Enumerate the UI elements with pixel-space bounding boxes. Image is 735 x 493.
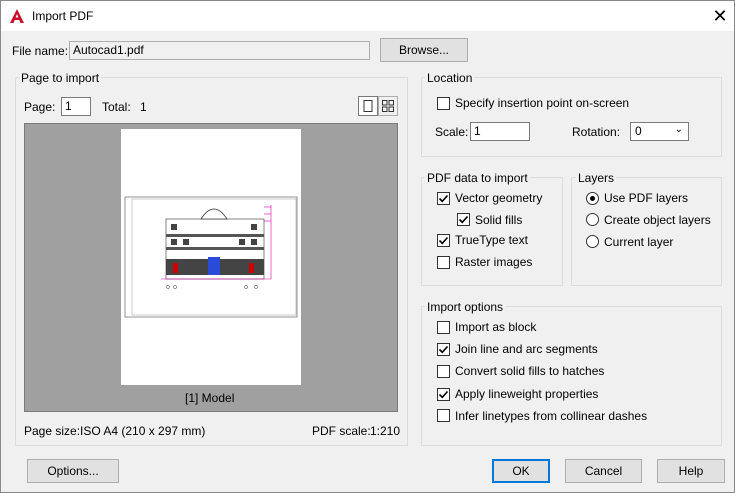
rotation-label: Rotation: bbox=[572, 125, 621, 139]
pdf-scale-value: 1:210 bbox=[370, 424, 401, 438]
page-size-label: Page size: bbox=[24, 424, 81, 438]
title-bar: Import PDF ✕ bbox=[1, 1, 734, 31]
raster-images-label: Raster images bbox=[455, 255, 533, 269]
location-heading: Location bbox=[425, 71, 475, 85]
total-value: 1 bbox=[140, 100, 147, 114]
import-options-heading: Import options bbox=[425, 300, 506, 314]
total-label: Total: bbox=[102, 100, 131, 114]
checkmark-icon bbox=[438, 194, 449, 203]
thumbnail-view-button[interactable] bbox=[378, 96, 398, 116]
ok-button[interactable]: OK bbox=[492, 459, 550, 483]
location-group bbox=[421, 77, 722, 157]
page-label: Page: bbox=[24, 100, 56, 114]
convert-fills-label: Convert solid fills to hatches bbox=[455, 364, 605, 378]
vector-geometry-checkbox[interactable] bbox=[437, 192, 450, 205]
single-page-view-button[interactable] bbox=[358, 96, 378, 116]
autocad-logo-icon bbox=[10, 9, 24, 23]
page-to-import-heading: Page to import bbox=[19, 71, 102, 85]
checkmark-icon bbox=[438, 390, 449, 399]
truetype-text-label: TrueType text bbox=[455, 233, 528, 247]
cancel-button[interactable]: Cancel bbox=[565, 459, 642, 483]
drawing-thumbnail-image bbox=[124, 196, 298, 318]
join-segments-checkbox[interactable] bbox=[437, 343, 450, 356]
pdf-scale-label: PDF scale: bbox=[312, 424, 371, 438]
browse-button[interactable]: Browse... bbox=[380, 38, 468, 62]
single-page-icon bbox=[363, 100, 373, 112]
infer-linetypes-checkbox[interactable] bbox=[437, 409, 450, 422]
checkmark-icon bbox=[458, 215, 469, 224]
pdf-data-heading: PDF data to import bbox=[425, 171, 530, 185]
checkmark-icon bbox=[438, 345, 449, 354]
specify-insertion-label: Specify insertion point on-screen bbox=[455, 96, 630, 110]
scale-input[interactable]: 1 bbox=[470, 122, 530, 141]
rotation-select[interactable]: 0 ⌄ bbox=[630, 122, 689, 141]
truetype-text-checkbox[interactable] bbox=[437, 234, 450, 247]
raster-images-checkbox[interactable] bbox=[437, 256, 450, 269]
use-pdf-layers-radio[interactable] bbox=[586, 192, 599, 205]
window-title: Import PDF bbox=[32, 9, 94, 23]
solid-fills-label: Solid fills bbox=[475, 213, 523, 227]
scale-label: Scale: bbox=[435, 125, 469, 139]
checkmark-icon bbox=[438, 236, 449, 245]
chevron-down-icon: ⌄ bbox=[674, 124, 683, 135]
close-icon[interactable]: ✕ bbox=[707, 5, 733, 27]
solid-fills-checkbox[interactable] bbox=[457, 213, 470, 226]
file-name-field[interactable]: Autocad1.pdf bbox=[69, 41, 370, 60]
preview-caption: [1] Model bbox=[185, 391, 235, 405]
help-button[interactable]: Help bbox=[657, 459, 725, 483]
vector-geometry-label: Vector geometry bbox=[455, 191, 543, 205]
current-layer-radio[interactable] bbox=[586, 235, 599, 248]
import-as-block-checkbox[interactable] bbox=[437, 321, 450, 334]
import-as-block-label: Import as block bbox=[455, 320, 537, 334]
join-segments-label: Join line and arc segments bbox=[455, 342, 598, 356]
specify-insertion-checkbox[interactable] bbox=[437, 97, 450, 110]
apply-lineweight-label: Apply lineweight properties bbox=[455, 387, 599, 401]
page-size-value: ISO A4 (210 x 297 mm) bbox=[80, 424, 206, 438]
convert-fills-checkbox[interactable] bbox=[437, 365, 450, 378]
grid-view-icon bbox=[382, 100, 394, 112]
file-name-label: File name: bbox=[12, 44, 69, 58]
pdf-page-thumbnail bbox=[121, 129, 301, 385]
infer-linetypes-label: Infer linetypes from collinear dashes bbox=[455, 409, 648, 423]
create-object-layers-label: Create object layers bbox=[604, 213, 711, 227]
use-pdf-layers-label: Use PDF layers bbox=[604, 191, 689, 205]
apply-lineweight-checkbox[interactable] bbox=[437, 388, 450, 401]
page-number-input[interactable]: 1 bbox=[61, 97, 91, 116]
import-pdf-dialog: Import PDF ✕ File name: Autocad1.pdf Bro… bbox=[0, 0, 735, 493]
rotation-value: 0 bbox=[635, 124, 642, 138]
options-button[interactable]: Options... bbox=[27, 459, 119, 483]
create-object-layers-radio[interactable] bbox=[586, 213, 599, 226]
current-layer-label: Current layer bbox=[604, 235, 674, 249]
layers-heading: Layers bbox=[576, 171, 617, 185]
